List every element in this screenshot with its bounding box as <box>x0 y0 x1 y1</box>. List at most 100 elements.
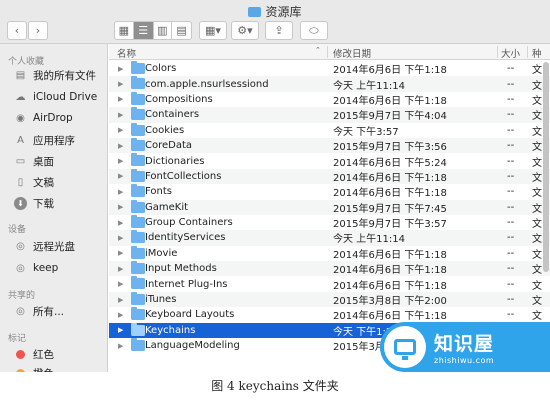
table-row[interactable]: ▶ Containers 2015年9月7日 下午4:04 -- 文 <box>109 107 550 123</box>
tags-button[interactable]: ⬭ <box>300 21 328 40</box>
forward-button[interactable]: › <box>28 21 48 40</box>
table-row[interactable]: ▶ Fonts 2014年6月6日 下午1:18 -- 文 <box>109 184 550 199</box>
arrange-button[interactable]: ▦▾ <box>199 21 227 40</box>
file-kind: 文 <box>532 126 542 138</box>
download-icon: ⬇ <box>14 196 27 210</box>
sidebar-heading-devices: 设备 <box>8 225 27 235</box>
table-row[interactable]: ▶ Compositions 2014年6月6日 下午1:18 -- 文 <box>109 91 550 107</box>
monitor-icon <box>394 339 416 360</box>
folder-icon <box>131 76 145 90</box>
share-button[interactable]: ⇪ <box>265 21 293 40</box>
sidebar: 个人收藏 ▤ 我的所有文件 ☁ iCloud Drive ◉ AirDrop A 应用程… <box>0 44 108 372</box>
table-row[interactable]: ▶ Dictionaries 2014年6月6日 下午5:24 -- 文 <box>109 153 550 169</box>
chevron-left-icon: ‹ <box>14 24 20 37</box>
folder-icon <box>248 7 262 17</box>
sidebar-item-downloads[interactable]: ⬇ 下载 <box>14 194 54 212</box>
airdrop-icon: ◉ <box>16 112 25 124</box>
window-title: 资源库 <box>0 3 550 20</box>
disclosure-triangle-icon[interactable]: ▶ <box>118 249 123 257</box>
sidebar-item-keep[interactable]: ◎ keep <box>14 259 58 277</box>
folder-icon <box>131 230 145 244</box>
sidebar-item-tag-orange[interactable]: 橙色 <box>14 364 54 372</box>
file-rows: ▶ Colors 2014年6月6日 下午1:18 -- 文 ▶ com.apple.nsu… <box>109 61 550 353</box>
logo-text: 知识屋 zhishiwu.com <box>434 329 494 365</box>
sidebar-item-applications[interactable]: A 应用程序 <box>14 131 75 149</box>
table-row[interactable]: ▶ FontCollections 2014年6月6日 下午1:18 -- 文 <box>109 168 550 185</box>
file-kind: 文 <box>532 172 542 184</box>
table-row[interactable]: ▶ com.apple.nsurlsessiond 今天 上午11:14 -- 文 <box>109 76 550 92</box>
table-row[interactable]: ▶ Input Methods 2014年6月6日 下午1:18 -- 文 <box>109 261 550 277</box>
cover-flow-button[interactable]: ▤ <box>172 22 191 39</box>
sidebar-item-airdrop[interactable]: ◉ AirDrop <box>14 109 73 127</box>
disclosure-triangle-icon[interactable]: ▶ <box>118 126 123 134</box>
disclosure-triangle-icon[interactable]: ▶ <box>118 326 123 334</box>
gear-icon: ⚙▾ <box>237 24 253 37</box>
sidebar-item-tag-red[interactable]: 红色 <box>14 345 54 363</box>
modified-date: 2014年6月6日 下午1:18 <box>333 265 447 277</box>
disclosure-triangle-icon[interactable]: ▶ <box>118 188 123 196</box>
disclosure-triangle-icon[interactable]: ▶ <box>118 311 123 319</box>
column-view-button[interactable]: ▥ <box>154 22 173 39</box>
column-divider[interactable] <box>527 46 528 58</box>
disclosure-triangle-icon[interactable]: ▶ <box>118 234 123 242</box>
file-size: -- <box>507 309 515 321</box>
table-row[interactable]: ▶ GameKit 2015年9月7日 下午7:45 -- 文 <box>109 199 550 215</box>
table-row[interactable]: ▶ Cookies 今天 下午3:57 -- 文 <box>109 122 550 138</box>
file-kind: 文 <box>532 234 542 246</box>
vertical-scrollbar[interactable] <box>543 62 549 272</box>
table-row[interactable]: ▶ Group Containers 2015年9月7日 下午3:57 -- 文 <box>109 214 550 230</box>
disclosure-triangle-icon[interactable]: ▶ <box>118 280 123 288</box>
folder-icon <box>131 153 145 167</box>
action-button[interactable]: ⚙▾ <box>231 21 259 40</box>
column-header-name[interactable]: 名称 <box>117 46 136 60</box>
disclosure-triangle-icon[interactable]: ▶ <box>118 342 123 350</box>
folder-icon <box>131 199 145 213</box>
disclosure-triangle-icon[interactable]: ▶ <box>118 219 123 227</box>
disclosure-triangle-icon[interactable]: ▶ <box>118 95 123 103</box>
share-icon: ⇪ <box>274 24 284 37</box>
file-kind: 文 <box>532 95 542 107</box>
list-view-button[interactable]: ☰ <box>133 22 154 39</box>
table-row[interactable]: ▶ Colors 2014年6月6日 下午1:18 -- 文 <box>109 61 550 76</box>
disclosure-triangle-icon[interactable]: ▶ <box>118 296 123 304</box>
cloud-icon: ☁ <box>15 91 26 103</box>
disclosure-triangle-icon[interactable]: ▶ <box>118 265 123 273</box>
modified-date: 2015年3月8日 下午2:00 <box>333 296 447 308</box>
disclosure-triangle-icon[interactable]: ▶ <box>118 80 123 88</box>
file-size: -- <box>507 201 515 213</box>
disclosure-triangle-icon[interactable]: ▶ <box>118 65 123 73</box>
file-name: Internet Plug-Ins <box>145 278 228 290</box>
table-row[interactable]: ▶ Internet Plug-Ins 2014年6月6日 下午1:18 -- 文 <box>109 276 550 292</box>
disclosure-triangle-icon[interactable]: ▶ <box>118 111 123 119</box>
column-header-date[interactable]: 修改日期 <box>333 46 371 60</box>
file-name: iMovie <box>145 247 178 259</box>
file-kind: 文 <box>532 157 542 169</box>
column-header-kind[interactable]: 种 <box>532 46 542 60</box>
file-name: LanguageModeling <box>145 340 240 352</box>
table-row[interactable]: ▶ IdentityServices 今天 上午11:14 -- 文 <box>109 230 550 246</box>
network-icon: ◎ <box>16 305 25 317</box>
disclosure-triangle-icon[interactable]: ▶ <box>118 172 123 180</box>
icon-view-button[interactable]: ▦ <box>115 22 134 39</box>
sidebar-item-documents[interactable]: ▯ 文稿 <box>14 173 54 191</box>
disclosure-triangle-icon[interactable]: ▶ <box>118 157 123 165</box>
drive-icon: ◎ <box>16 262 25 274</box>
disclosure-triangle-icon[interactable]: ▶ <box>118 142 123 150</box>
sidebar-item-all-shared[interactable]: ◎ 所有... <box>14 302 64 320</box>
column-divider[interactable] <box>497 46 498 58</box>
sidebar-item-icloud[interactable]: ☁ iCloud Drive <box>14 88 98 106</box>
sidebar-item-remote-disc[interactable]: ◎ 远程光盘 <box>14 237 75 255</box>
back-button[interactable]: ‹ <box>7 21 27 40</box>
sidebar-item-all-files[interactable]: ▤ 我的所有文件 <box>14 66 96 84</box>
table-row[interactable]: ▶ Keyboard Layouts 2014年6月6日 下午1:18 -- 文 <box>109 307 550 322</box>
column-divider[interactable] <box>327 46 328 58</box>
file-name: Dictionaries <box>145 155 205 167</box>
table-row[interactable]: ▶ iTunes 2015年3月8日 下午2:00 -- 文 <box>109 291 550 308</box>
table-row[interactable]: ▶ CoreData 2015年9月7日 下午3:56 -- 文 <box>109 137 550 154</box>
column-header-size[interactable]: 大小 <box>501 46 520 60</box>
sidebar-item-desktop[interactable]: ▭ 桌面 <box>14 152 54 170</box>
table-row[interactable]: ▶ iMovie 2014年6月6日 下午1:18 -- 文 <box>109 245 550 261</box>
disclosure-triangle-icon[interactable]: ▶ <box>118 203 123 211</box>
file-size: -- <box>507 263 515 275</box>
folder-icon <box>131 91 145 105</box>
